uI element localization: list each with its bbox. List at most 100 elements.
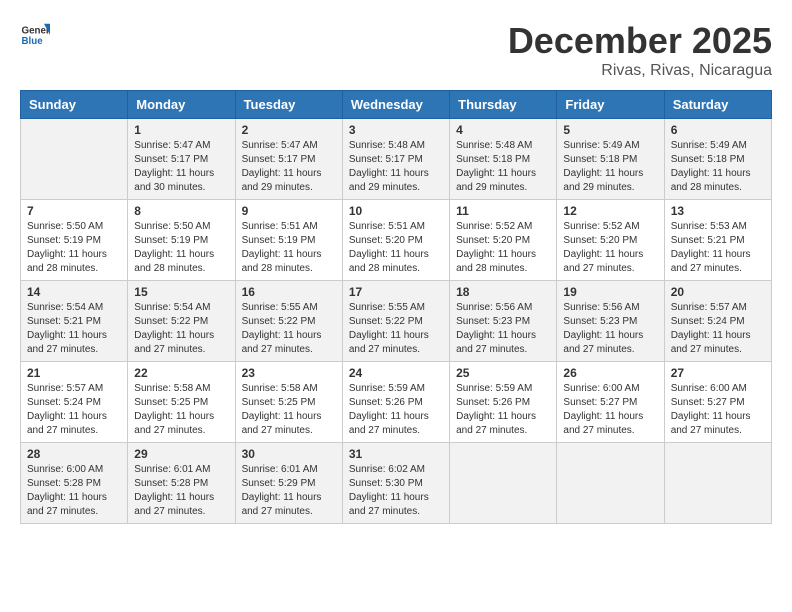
calendar-cell: 27Sunrise: 6:00 AMSunset: 5:27 PMDayligh… [664, 362, 771, 443]
day-info: Sunrise: 5:51 AMSunset: 5:19 PMDaylight:… [242, 220, 336, 276]
day-info: Sunrise: 6:02 AMSunset: 5:30 PMDaylight:… [349, 463, 443, 519]
calendar-cell: 13 Sunrise: 5:53 AMSunset: 5:21 PMDayligh… [664, 200, 771, 281]
day-number: 15 [134, 285, 228, 299]
weekday-header-tuesday: Tuesday [235, 91, 342, 119]
day-number: 28 [27, 447, 121, 461]
day-info: Sunrise: 5:49 AMSunset: 5:18 PMDaylight:… [563, 139, 657, 195]
day-number: 1 [134, 123, 228, 137]
calendar-cell: 20 Sunrise: 5:57 AMSunset: 5:24 PMDayligh… [664, 281, 771, 362]
day-info: Sunrise: 5:54 AMSunset: 5:21 PMDaylight:… [27, 301, 121, 357]
calendar-cell: 29Sunrise: 6:01 AMSunset: 5:28 PMDayligh… [128, 443, 235, 524]
day-info: Sunrise: 5:58 AMSunset: 5:25 PMDaylight:… [242, 382, 336, 438]
day-info: Sunrise: 5:50 AMSunset: 5:19 PMDaylight:… [134, 220, 228, 276]
day-info: Sunrise: 5:55 AMSunset: 5:22 PMDaylight:… [349, 301, 443, 357]
day-info: Sunrise: 5:59 AMSunset: 5:26 PMDaylight:… [349, 382, 443, 438]
calendar-cell: 11 Sunrise: 5:52 AMSunset: 5:20 PMDayligh… [450, 200, 557, 281]
day-number: 8 [134, 204, 228, 218]
day-number: 30 [242, 447, 336, 461]
day-info: Sunrise: 5:47 AMSunset: 5:17 PMDaylight:… [242, 139, 336, 195]
day-number: 11 [456, 204, 550, 218]
calendar-week-row: 21Sunrise: 5:57 AMSunset: 5:24 PMDayligh… [21, 362, 772, 443]
month-title: December 2025 [508, 20, 772, 62]
day-number: 4 [456, 123, 550, 137]
calendar-cell: 24Sunrise: 5:59 AMSunset: 5:26 PMDayligh… [342, 362, 449, 443]
day-info: Sunrise: 6:01 AMSunset: 5:29 PMDaylight:… [242, 463, 336, 519]
calendar-cell [21, 119, 128, 200]
day-number: 31 [349, 447, 443, 461]
weekday-header-sunday: Sunday [21, 91, 128, 119]
calendar-cell [557, 443, 664, 524]
calendar-cell: 26 Sunrise: 6:00 AMSunset: 5:27 PMDayligh… [557, 362, 664, 443]
calendar-week-row: 1 Sunrise: 5:47 AMSunset: 5:17 PMDaylight… [21, 119, 772, 200]
weekday-header-saturday: Saturday [664, 91, 771, 119]
day-info: Sunrise: 5:47 AMSunset: 5:17 PMDaylight:… [134, 139, 228, 195]
calendar-cell: 2 Sunrise: 5:47 AMSunset: 5:17 PMDaylight… [235, 119, 342, 200]
day-info: Sunrise: 5:49 AMSunset: 5:18 PMDaylight:… [671, 139, 765, 195]
day-number: 17 [349, 285, 443, 299]
calendar-cell: 1 Sunrise: 5:47 AMSunset: 5:17 PMDaylight… [128, 119, 235, 200]
svg-text:Blue: Blue [22, 36, 44, 47]
day-number: 20 [671, 285, 765, 299]
calendar-week-row: 28 Sunrise: 6:00 AMSunset: 5:28 PMDayligh… [21, 443, 772, 524]
weekday-header-friday: Friday [557, 91, 664, 119]
day-info: Sunrise: 6:00 AMSunset: 5:28 PMDaylight:… [27, 463, 121, 519]
day-info: Sunrise: 5:55 AMSunset: 5:22 PMDaylight:… [242, 301, 336, 357]
day-info: Sunrise: 5:48 AMSunset: 5:18 PMDaylight:… [456, 139, 550, 195]
calendar-cell: 5 Sunrise: 5:49 AMSunset: 5:18 PMDaylight… [557, 119, 664, 200]
calendar-cell: 14Sunrise: 5:54 AMSunset: 5:21 PMDayligh… [21, 281, 128, 362]
day-number: 18 [456, 285, 550, 299]
day-info: Sunrise: 6:00 AMSunset: 5:27 PMDaylight:… [671, 382, 765, 438]
calendar-cell [450, 443, 557, 524]
calendar-cell: 7 Sunrise: 5:50 AMSunset: 5:19 PMDaylight… [21, 200, 128, 281]
day-number: 26 [563, 366, 657, 380]
day-number: 13 [671, 204, 765, 218]
logo-icon: General Blue [20, 20, 50, 50]
day-number: 2 [242, 123, 336, 137]
day-info: Sunrise: 5:53 AMSunset: 5:21 PMDaylight:… [671, 220, 765, 276]
day-number: 19 [563, 285, 657, 299]
calendar-cell: 19 Sunrise: 5:56 AMSunset: 5:23 PMDayligh… [557, 281, 664, 362]
day-info: Sunrise: 5:56 AMSunset: 5:23 PMDaylight:… [563, 301, 657, 357]
calendar-week-row: 14Sunrise: 5:54 AMSunset: 5:21 PMDayligh… [21, 281, 772, 362]
calendar-cell: 25Sunrise: 5:59 AMSunset: 5:26 PMDayligh… [450, 362, 557, 443]
calendar-cell: 10 Sunrise: 5:51 AMSunset: 5:20 PMDayligh… [342, 200, 449, 281]
day-info: Sunrise: 6:00 AMSunset: 5:27 PMDaylight:… [563, 382, 657, 438]
weekday-header-monday: Monday [128, 91, 235, 119]
day-number: 16 [242, 285, 336, 299]
location-title: Rivas, Rivas, Nicaragua [508, 62, 772, 80]
day-number: 3 [349, 123, 443, 137]
day-info: Sunrise: 6:01 AMSunset: 5:28 PMDaylight:… [134, 463, 228, 519]
day-number: 22 [134, 366, 228, 380]
title-block: December 2025 Rivas, Rivas, Nicaragua [508, 20, 772, 80]
day-number: 23 [242, 366, 336, 380]
page-header: General Blue December 2025 Rivas, Rivas,… [20, 20, 772, 80]
day-number: 6 [671, 123, 765, 137]
day-number: 7 [27, 204, 121, 218]
calendar-cell: 12Sunrise: 5:52 AMSunset: 5:20 PMDayligh… [557, 200, 664, 281]
day-number: 21 [27, 366, 121, 380]
calendar-cell: 31 Sunrise: 6:02 AMSunset: 5:30 PMDayligh… [342, 443, 449, 524]
calendar-cell: 4 Sunrise: 5:48 AMSunset: 5:18 PMDaylight… [450, 119, 557, 200]
day-info: Sunrise: 5:59 AMSunset: 5:26 PMDaylight:… [456, 382, 550, 438]
day-number: 12 [563, 204, 657, 218]
calendar-cell: 18 Sunrise: 5:56 AMSunset: 5:23 PMDayligh… [450, 281, 557, 362]
calendar-cell: 21Sunrise: 5:57 AMSunset: 5:24 PMDayligh… [21, 362, 128, 443]
calendar-week-row: 7 Sunrise: 5:50 AMSunset: 5:19 PMDaylight… [21, 200, 772, 281]
calendar-cell: 15 Sunrise: 5:54 AMSunset: 5:22 PMDayligh… [128, 281, 235, 362]
day-info: Sunrise: 5:52 AMSunset: 5:20 PMDaylight:… [456, 220, 550, 276]
day-info: Sunrise: 5:56 AMSunset: 5:23 PMDaylight:… [456, 301, 550, 357]
day-number: 5 [563, 123, 657, 137]
calendar-cell: 9Sunrise: 5:51 AMSunset: 5:19 PMDaylight… [235, 200, 342, 281]
calendar-cell: 6 Sunrise: 5:49 AMSunset: 5:18 PMDaylight… [664, 119, 771, 200]
day-info: Sunrise: 5:51 AMSunset: 5:20 PMDaylight:… [349, 220, 443, 276]
weekday-header-thursday: Thursday [450, 91, 557, 119]
calendar-cell: 17 Sunrise: 5:55 AMSunset: 5:22 PMDayligh… [342, 281, 449, 362]
weekday-header-row: SundayMondayTuesdayWednesdayThursdayFrid… [21, 91, 772, 119]
day-info: Sunrise: 5:57 AMSunset: 5:24 PMDaylight:… [671, 301, 765, 357]
day-number: 10 [349, 204, 443, 218]
day-info: Sunrise: 5:50 AMSunset: 5:19 PMDaylight:… [27, 220, 121, 276]
calendar-cell: 28 Sunrise: 6:00 AMSunset: 5:28 PMDayligh… [21, 443, 128, 524]
calendar-cell: 8 Sunrise: 5:50 AMSunset: 5:19 PMDaylight… [128, 200, 235, 281]
calendar-cell: 3Sunrise: 5:48 AMSunset: 5:17 PMDaylight… [342, 119, 449, 200]
day-info: Sunrise: 5:54 AMSunset: 5:22 PMDaylight:… [134, 301, 228, 357]
